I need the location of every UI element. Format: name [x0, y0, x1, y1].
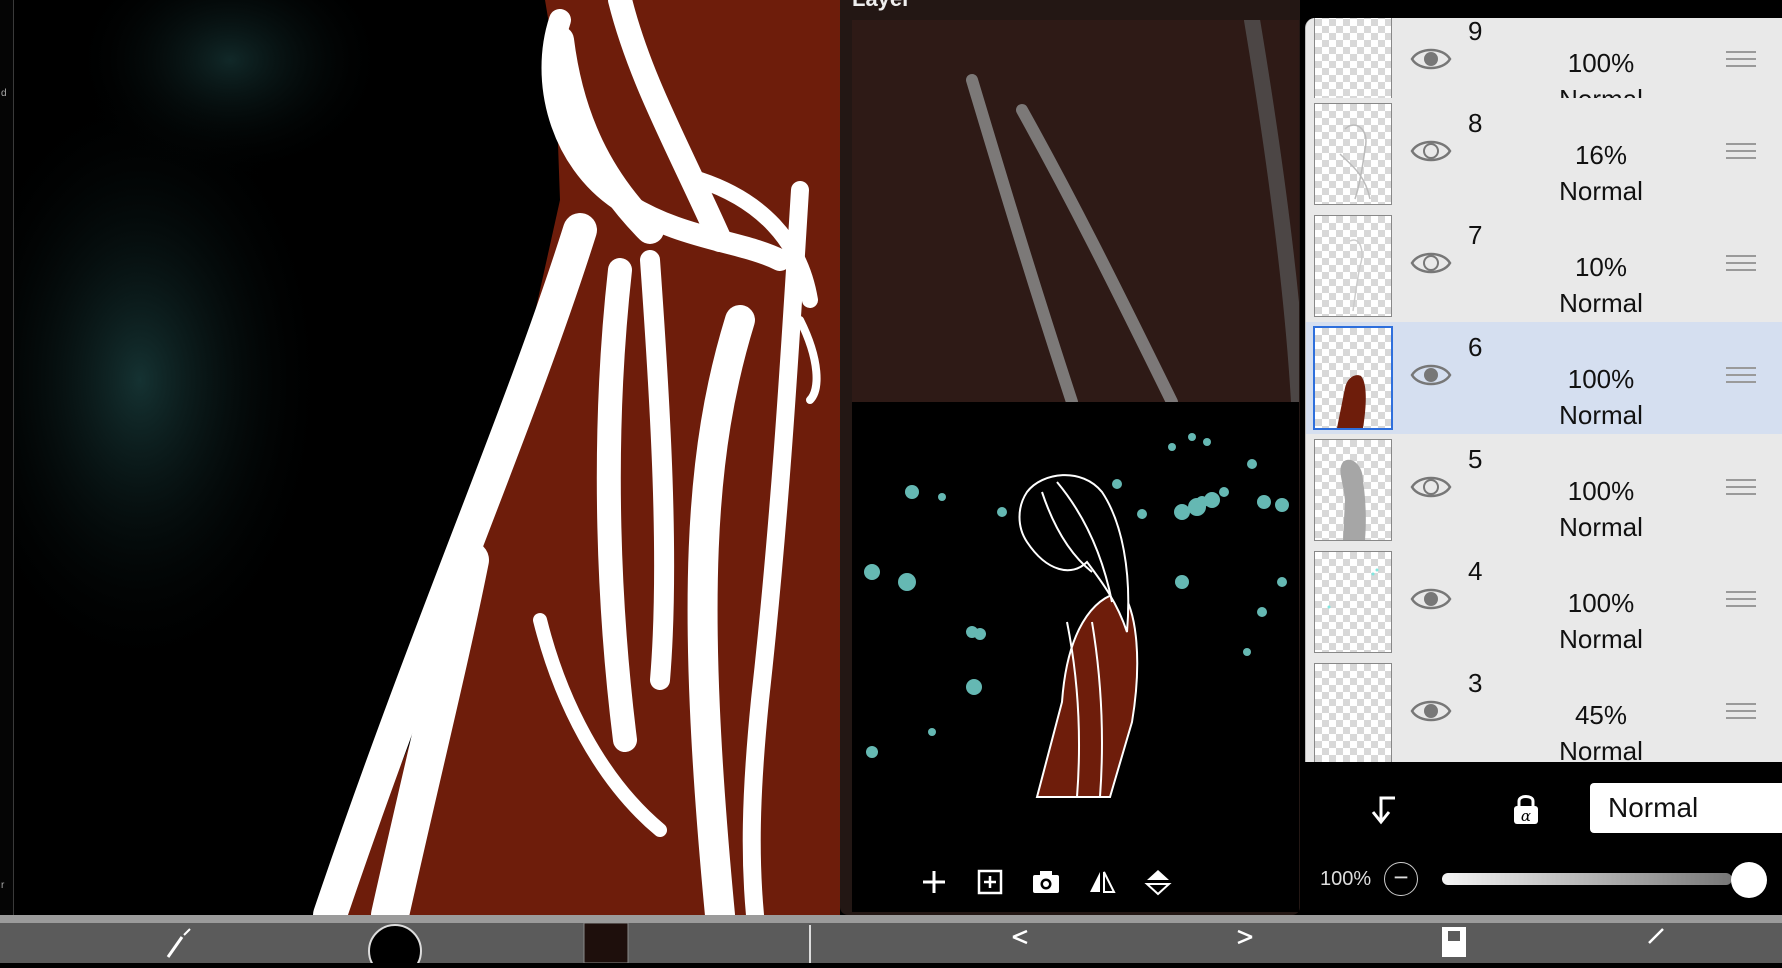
redo-button[interactable]: [1210, 923, 1270, 963]
layer-thumbnail: [1314, 439, 1392, 541]
toolbar-divider: [800, 923, 860, 963]
layer-row-8[interactable]: 8 16% Normal: [1306, 98, 1782, 212]
drag-handle-icon[interactable]: [1726, 252, 1756, 276]
layer-row-4[interactable]: 4 100% Normal: [1306, 546, 1782, 660]
layer-opacity: 100%: [1567, 476, 1635, 506]
layer-blend-mode: Normal: [1559, 400, 1643, 430]
layer-number: 7: [1468, 220, 1483, 250]
layer-row-7[interactable]: 7 10% Normal: [1306, 210, 1782, 324]
arrow-diagonal-icon: [1648, 928, 1664, 944]
camera-icon: [1033, 871, 1059, 893]
layer-number: 9: [1468, 18, 1483, 46]
redo-icon: [1237, 929, 1253, 945]
visibility-eye-icon[interactable]: [1409, 696, 1453, 726]
plus-square-icon: [977, 869, 1003, 895]
layer-thumbnail: [1314, 215, 1392, 317]
layer-opacity: 10%: [1574, 252, 1628, 282]
color-swatch-icon: [583, 922, 629, 964]
svg-text:α: α: [1521, 807, 1531, 825]
flip-vertical-button[interactable]: [1138, 862, 1178, 902]
visibility-eye-icon[interactable]: [1409, 136, 1453, 166]
ruler-mark: d: [1, 88, 7, 99]
layer-blend-mode: Normal: [1559, 288, 1643, 318]
layer-thumbnail: [1313, 326, 1393, 430]
undo-icon: [1012, 929, 1028, 945]
ruler-mark: r: [1, 880, 5, 891]
layer-list[interactable]: 9 100% Normal 8 16% Normal 7 10% Normal …: [1305, 18, 1782, 762]
clipping-button[interactable]: [1359, 784, 1409, 834]
layer-opacity: 45%: [1574, 700, 1628, 730]
layer-row-3[interactable]: 3 45% Normal: [1306, 658, 1782, 762]
layer-number: 3: [1468, 668, 1483, 698]
flip-horizontal-icon: [1090, 871, 1116, 893]
layer-blend-mode: Normal: [1559, 624, 1643, 654]
preview-artwork: [864, 433, 1289, 798]
layer-number: 8: [1468, 108, 1483, 138]
blend-mode-select[interactable]: Normal: [1590, 783, 1782, 833]
plus-icon: [923, 871, 945, 893]
layer-number: 6: [1468, 332, 1483, 362]
layer-thumbnail: [1314, 551, 1392, 653]
brush-size-button[interactable]: [365, 923, 425, 968]
layer-opacity: 100%: [1567, 588, 1635, 618]
import-photo-button[interactable]: [1026, 862, 1066, 902]
layer-number: 4: [1468, 556, 1483, 586]
preview-strokes: [966, 20, 1299, 402]
layer-blend-mode: Normal: [1559, 736, 1643, 762]
drag-handle-icon[interactable]: [1726, 48, 1756, 72]
opacity-slider-knob[interactable]: [1731, 862, 1767, 898]
canvas-preview-zoom: [852, 20, 1299, 402]
canvas-left-ruler: d r: [0, 0, 14, 915]
bottom-toolbar: [0, 915, 1782, 968]
layer-opacity: 100%: [1567, 364, 1635, 394]
layer-thumbnail: [1314, 663, 1392, 762]
flip-vertical-icon: [1144, 870, 1172, 896]
opacity-slider-track[interactable]: [1442, 873, 1732, 885]
layer-number: 5: [1468, 444, 1483, 474]
drag-handle-icon[interactable]: [1726, 700, 1756, 724]
drag-handle-icon[interactable]: [1726, 140, 1756, 164]
opacity-value-label: 100%: [1320, 868, 1372, 890]
undo-button[interactable]: [1005, 923, 1065, 963]
layer-opacity: 100%: [1567, 48, 1635, 78]
brush-tool-button[interactable]: [160, 923, 220, 963]
add-layer-button[interactable]: [914, 862, 954, 902]
layer-row-5[interactable]: 5 100% Normal: [1306, 434, 1782, 548]
layer-window-toolbar: [852, 850, 1299, 912]
clip-arrow-icon: [1371, 796, 1395, 825]
visibility-eye-icon[interactable]: [1409, 472, 1453, 502]
brush-icon: [166, 928, 191, 958]
layer-panel-button[interactable]: [1430, 923, 1490, 963]
alpha-lock-icon: α: [1514, 795, 1538, 825]
drag-handle-icon[interactable]: [1726, 476, 1756, 500]
canvas-thumbnail-preview[interactable]: [852, 402, 1299, 850]
visibility-eye-icon[interactable]: [1409, 360, 1453, 390]
visibility-eye-icon[interactable]: [1409, 248, 1453, 278]
visibility-eye-icon[interactable]: [1409, 584, 1453, 614]
alpha-lock-button[interactable]: α: [1501, 784, 1551, 834]
add-layer-from-selection-button[interactable]: [970, 862, 1010, 902]
visibility-eye-icon[interactable]: [1409, 44, 1453, 74]
layers-icon: [1442, 927, 1466, 957]
drag-handle-icon[interactable]: [1726, 588, 1756, 612]
opacity-decrease-button[interactable]: −: [1384, 862, 1418, 896]
back-button[interactable]: [1635, 923, 1695, 963]
drag-handle-icon[interactable]: [1726, 364, 1756, 388]
color-swatch-button[interactable]: [580, 922, 640, 964]
layer-row-6[interactable]: 6 100% Normal: [1306, 322, 1782, 436]
layer-opacity: 16%: [1574, 140, 1628, 170]
flip-horizontal-button[interactable]: [1082, 862, 1122, 902]
layer-thumbnail: [1314, 103, 1392, 205]
brush-size-icon: [368, 924, 422, 968]
layer-window-title: Layer: [852, 0, 911, 12]
layer-blend-mode: Normal: [1559, 512, 1643, 542]
layer-blend-mode: Normal: [1559, 176, 1643, 206]
